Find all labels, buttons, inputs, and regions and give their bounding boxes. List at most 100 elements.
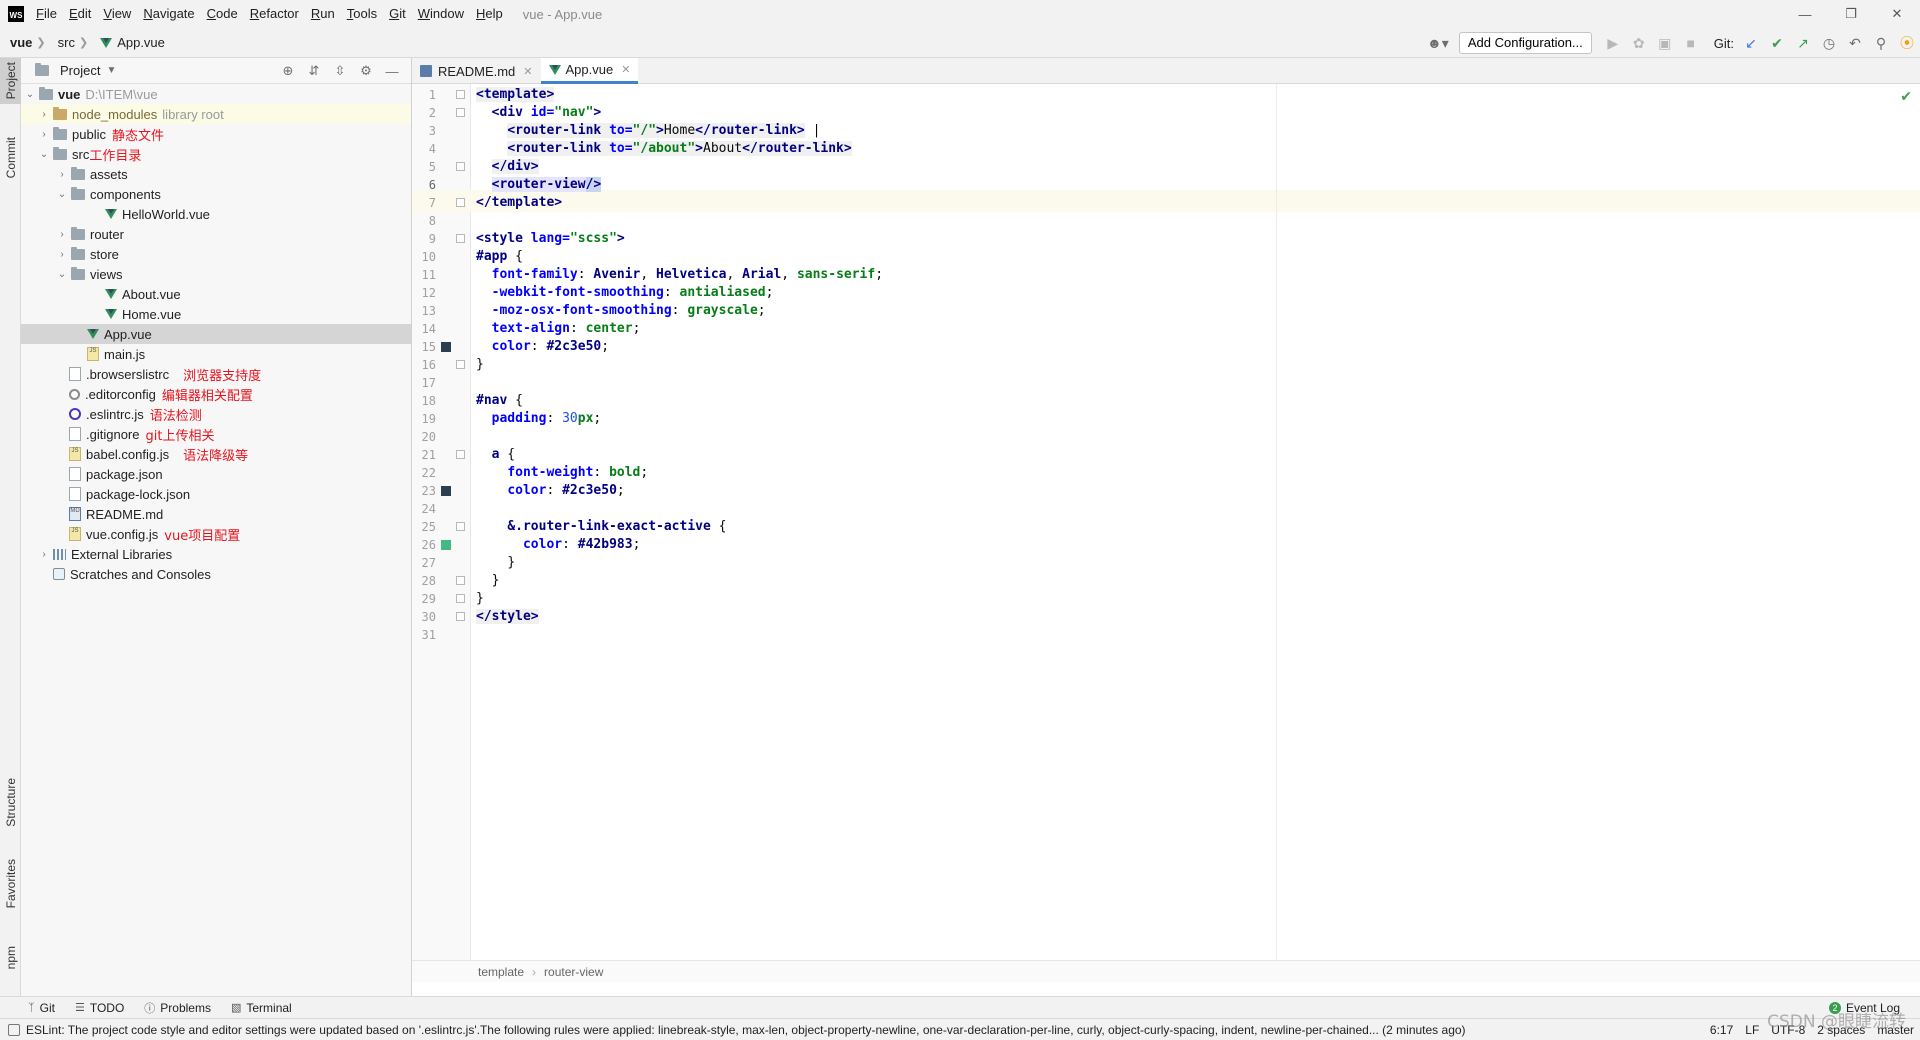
tree-item-babel-config[interactable]: JS babel.config.js 语法降级等 [21,444,411,464]
collapsed-arrow-icon[interactable]: › [37,129,51,140]
project-view-selector[interactable]: Project [60,63,100,78]
tree-item-main-js[interactable]: JS main.js [21,344,411,364]
caret-position[interactable]: 6:17 [1710,1023,1733,1037]
fold-marker-icon[interactable] [456,234,465,243]
git-update-icon[interactable]: ↙ [1738,28,1764,58]
menu-edit[interactable]: Edit [63,0,97,28]
stop-icon[interactable]: ■ [1678,28,1704,58]
fold-marker-icon[interactable] [456,198,465,207]
terminal-tool-button[interactable]: ▧ Terminal [231,1001,292,1015]
npm-tool-tab[interactable]: npm [0,938,21,978]
fold-marker-icon[interactable] [456,108,465,117]
search-icon[interactable]: ⚲ [1868,28,1894,58]
tree-item-browserslistrc[interactable]: .browserslistrc 浏览器支持度 [21,364,411,384]
menu-code[interactable]: Code [201,0,244,28]
fold-marker-icon[interactable] [456,360,465,369]
close-tab-icon[interactable]: ✕ [523,65,532,78]
menu-view[interactable]: View [97,0,137,28]
line-separator[interactable]: LF [1745,1023,1759,1037]
menu-file[interactable]: File [30,0,63,28]
menu-run[interactable]: Run [305,0,341,28]
tree-item-gitignore[interactable]: .gitignore git上传相关 [21,424,411,444]
tab-readme[interactable]: README.md ✕ [412,58,541,84]
git-tool-button[interactable]: ᛉ Git [28,1001,55,1015]
breadcrumb-file[interactable]: App.vue [90,35,167,50]
collapsed-arrow-icon[interactable]: › [55,169,69,180]
menu-refactor[interactable]: Refactor [244,0,305,28]
structure-tool-tab[interactable]: Structure [0,772,21,832]
collapsed-arrow-icon[interactable]: › [37,549,51,560]
update-icon[interactable]: ⦿ [1894,28,1920,58]
expanded-arrow-icon[interactable]: ⌄ [37,149,51,160]
tree-item-about[interactable]: About.vue [21,284,411,304]
fold-marker-icon[interactable] [456,594,465,603]
expanded-arrow-icon[interactable]: ⌄ [55,189,69,200]
status-message[interactable]: ESLint: The project code style and edito… [26,1023,1616,1037]
tab-app-vue[interactable]: App.vue ✕ [540,58,639,84]
tree-item-readme[interactable]: MD README.md [21,504,411,524]
color-swatch-icon[interactable] [441,342,451,352]
debug-icon[interactable]: ✿ [1626,28,1652,58]
collapsed-arrow-icon[interactable]: › [55,229,69,240]
expand-all-icon[interactable]: ⇵ [301,63,327,79]
fold-marker-icon[interactable] [456,162,465,171]
color-swatch-icon[interactable] [441,540,451,550]
tree-item-package-lock[interactable]: package-lock.json [21,484,411,504]
restore-icon[interactable]: ❐ [1828,0,1874,28]
tree-item-app-vue[interactable]: App.vue [21,324,411,344]
tree-item-public[interactable]: › public 静态文件 [21,124,411,144]
color-swatch-icon[interactable] [441,486,451,496]
git-commit-icon[interactable]: ✔ [1764,28,1790,58]
tree-item-home[interactable]: Home.vue [21,304,411,324]
menu-tools[interactable]: Tools [341,0,383,28]
fold-marker-icon[interactable] [456,612,465,621]
run-icon[interactable]: ▶ [1600,28,1626,58]
add-configuration-button[interactable]: Add Configuration... [1458,32,1592,54]
tree-item-eslintrc[interactable]: .eslintrc.js 语法检测 [21,404,411,424]
breadcrumb-router-view[interactable]: router-view [544,965,603,979]
tree-item-package-json[interactable]: package.json [21,464,411,484]
menu-git[interactable]: Git [383,0,412,28]
expanded-arrow-icon[interactable]: ⌄ [23,89,37,100]
menu-navigate[interactable]: Navigate [137,0,200,28]
todo-tool-button[interactable]: ☰ TODO [75,1001,124,1015]
tree-item-external-libraries[interactable]: › External Libraries [21,544,411,564]
gear-icon[interactable]: ⚙ [353,63,379,79]
collapsed-arrow-icon[interactable]: › [37,109,51,120]
git-push-icon[interactable]: ↗ [1790,28,1816,58]
menu-help[interactable]: Help [470,0,509,28]
close-window-icon[interactable]: ✕ [1874,0,1920,28]
breadcrumb-template[interactable]: template [478,965,524,979]
fold-marker-icon[interactable] [456,450,465,459]
collapse-all-icon[interactable]: ⇳ [327,63,353,79]
tree-item-helloworld[interactable]: HelloWorld.vue [21,204,411,224]
code-editor[interactable]: ✔ 1 <template> 2 <div id="nav"> 3 <route… [412,84,1920,960]
expanded-arrow-icon[interactable]: ⌄ [55,269,69,280]
tree-item-src[interactable]: ⌄ src 工作目录 [21,144,411,164]
fold-marker-icon[interactable] [456,522,465,531]
tree-item-vue-config[interactable]: JS vue.config.js vue项目配置 [21,524,411,544]
history-icon[interactable]: ◷ [1816,28,1842,58]
fold-marker-icon[interactable] [456,90,465,99]
close-tab-icon[interactable]: ✕ [621,63,630,76]
rollback-icon[interactable]: ↶ [1842,28,1868,58]
tree-item-node-modules[interactable]: › node_modules library root [21,104,411,124]
problems-tool-button[interactable]: ⓘ Problems [144,1000,211,1016]
tree-item-router[interactable]: › router [21,224,411,244]
tree-item-vue[interactable]: ⌄ vue D:\ITEM\vue [21,84,411,104]
hide-panel-icon[interactable]: — [379,64,405,79]
tree-item-assets[interactable]: › assets [21,164,411,184]
coverage-icon[interactable]: ▣ [1652,28,1678,58]
menu-window[interactable]: Window [412,0,470,28]
commit-tool-tab[interactable]: Commit [0,132,21,184]
tree-item-components[interactable]: ⌄ components [21,184,411,204]
user-icon[interactable]: ☻▾ [1425,28,1451,58]
tree-item-editorconfig[interactable]: .editorconfig 编辑器相关配置 [21,384,411,404]
favorites-tool-tab[interactable]: Favorites [0,854,21,914]
breadcrumb-project[interactable]: vue ❯ [0,35,48,50]
chevron-down-icon[interactable]: ▼ [106,65,116,76]
tree-item-scratches[interactable]: Scratches and Consoles [21,564,411,584]
tree-item-store[interactable]: › store [21,244,411,264]
fold-marker-icon[interactable] [456,576,465,585]
project-tool-tab[interactable]: Project [0,58,21,104]
